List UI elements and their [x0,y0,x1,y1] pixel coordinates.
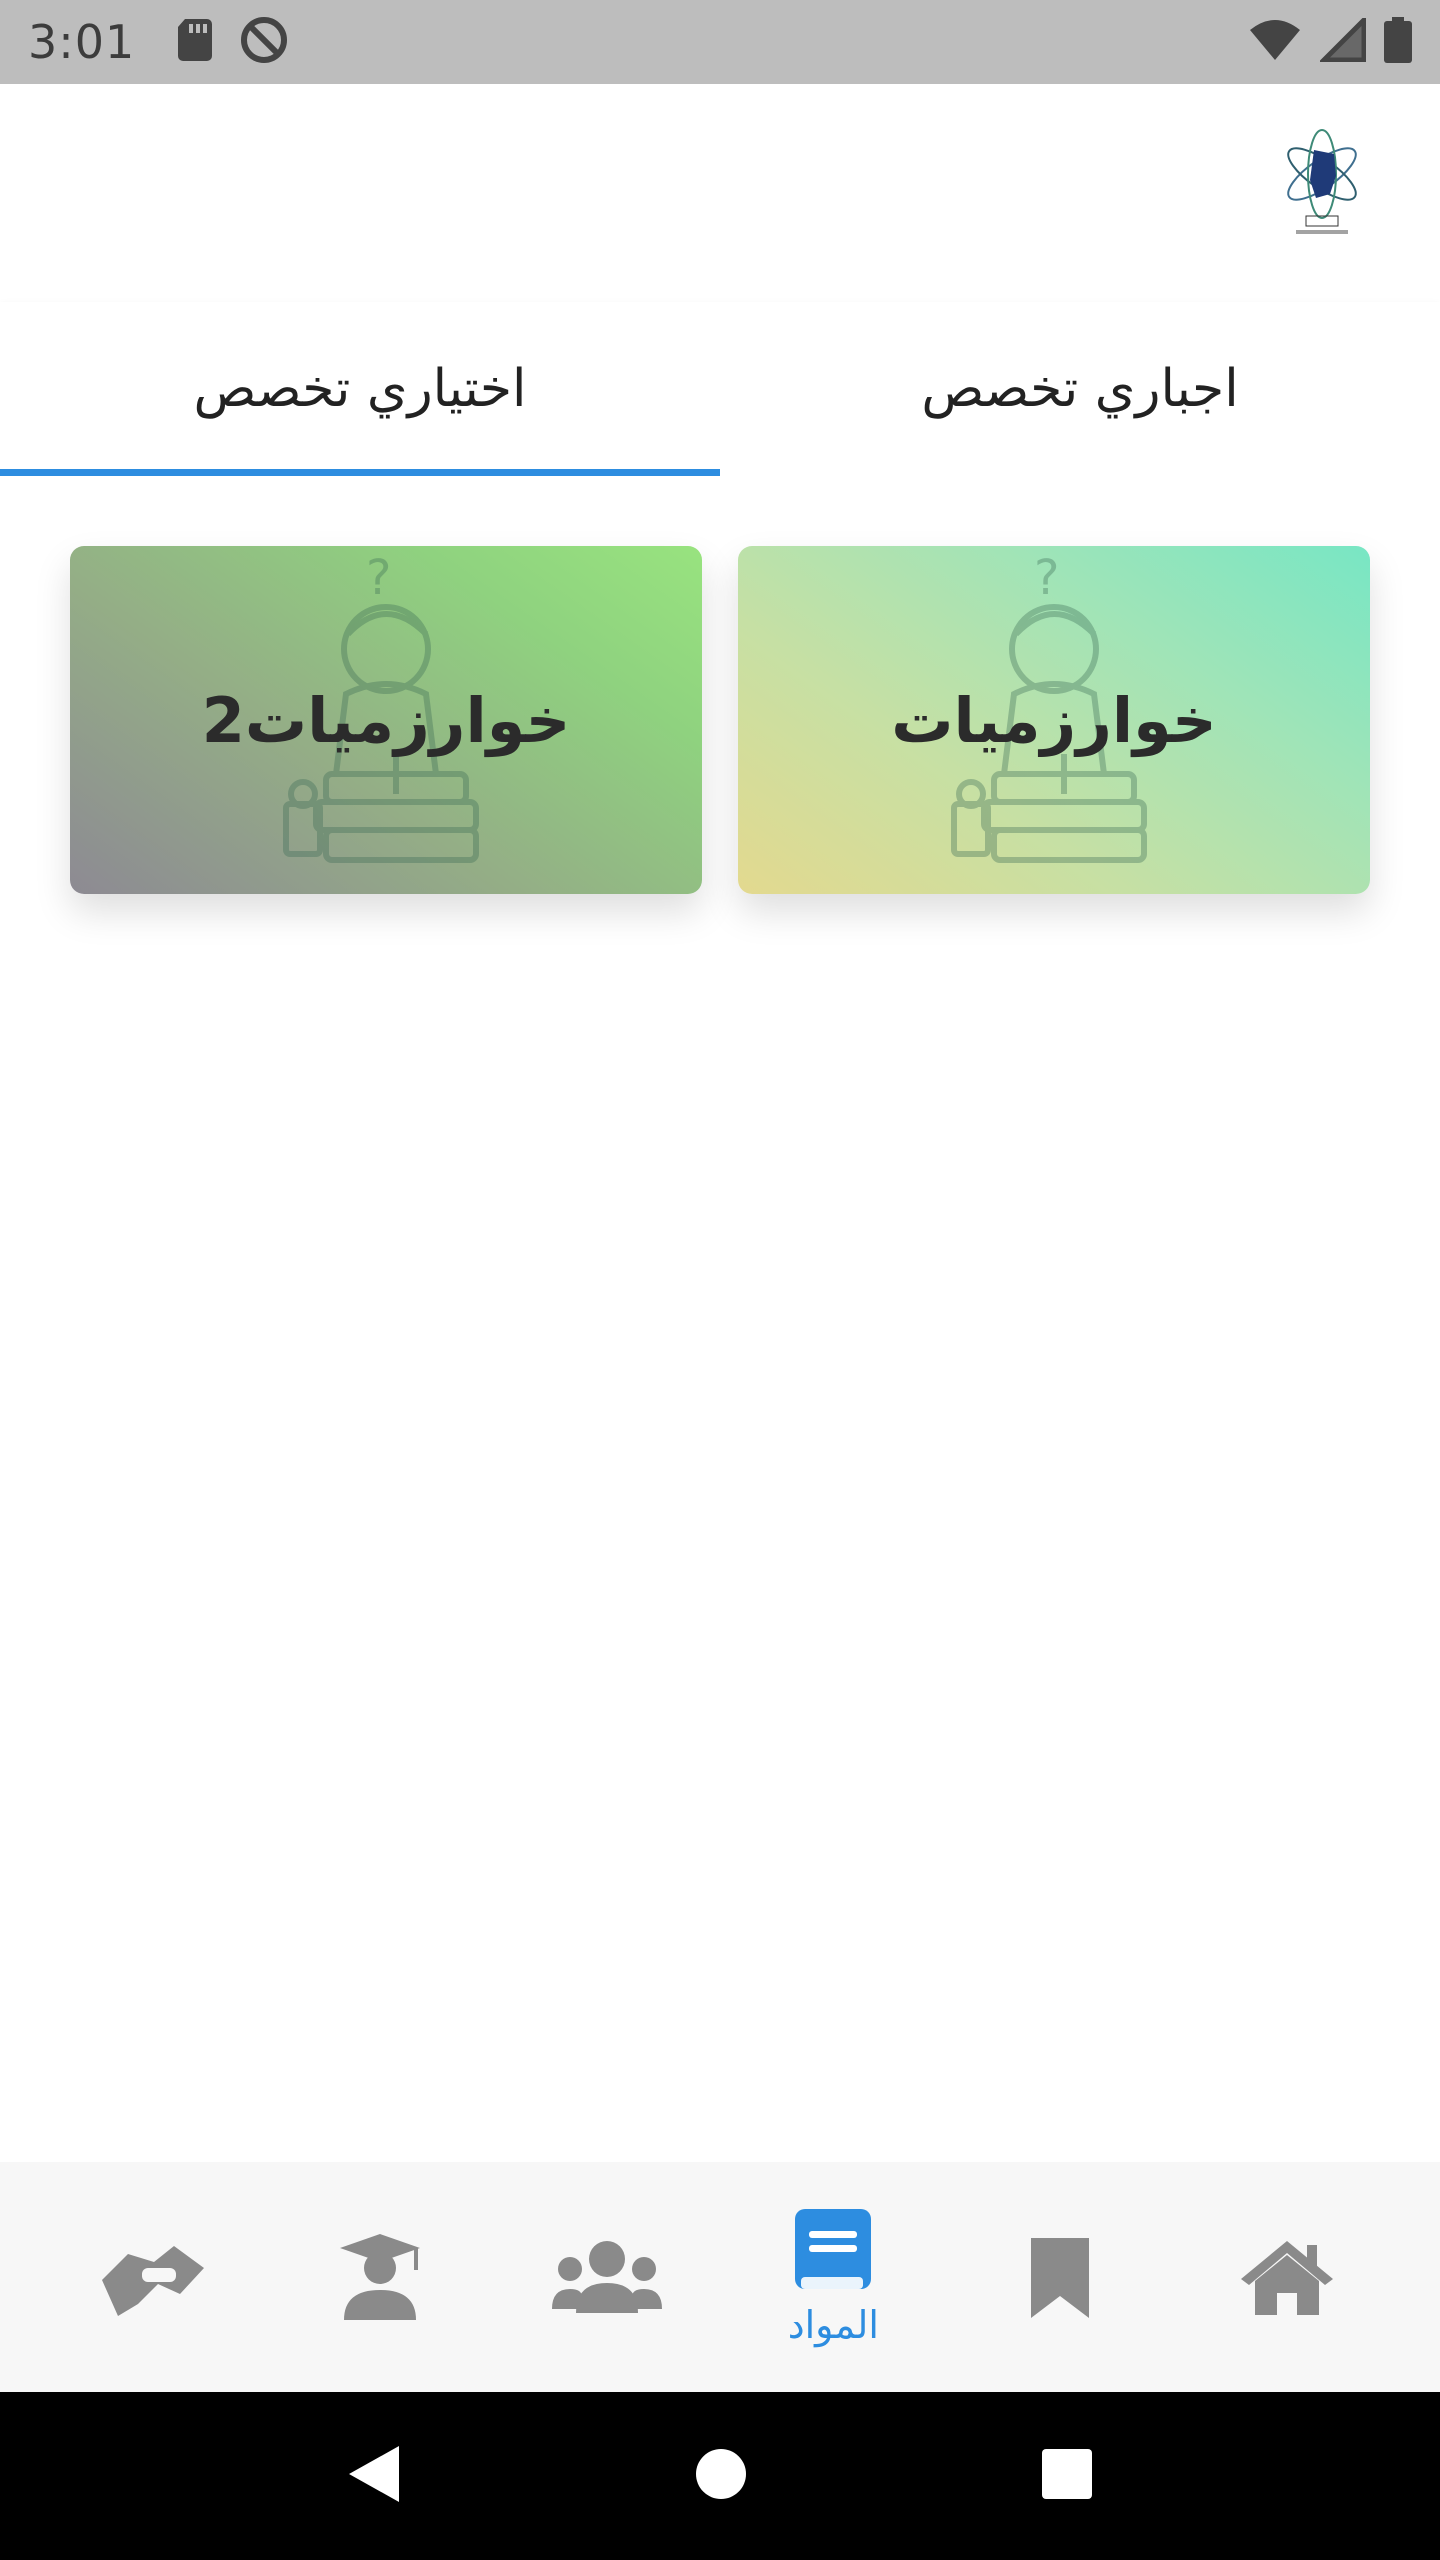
back-icon[interactable] [347,2444,401,2508]
nav-label: المواد [787,2303,879,2347]
handshake-icon [102,2246,205,2316]
course-card[interactable]: ? خوارزميات2 [70,546,702,894]
tab-bar: اجباري تخصص اختياري تخصص [0,302,1440,476]
do-not-disturb-icon [239,15,289,69]
sd-card-icon [177,19,213,65]
app-header [0,84,1440,302]
graduate-icon [339,2234,420,2320]
nav-home[interactable] [1187,2177,1387,2377]
users-group-icon [551,2241,662,2313]
signal-icon [1317,13,1367,66]
tab-label: اختياري تخصص [193,359,527,419]
nav-partners[interactable] [53,2177,253,2377]
course-title: خوارزميات [891,683,1217,757]
course-title: خوارزميات2 [201,683,571,757]
home-icon [1240,2241,1333,2315]
bottom-navigation: المواد [0,2162,1440,2392]
home-circle-icon[interactable] [695,2448,747,2504]
battery-icon [1384,17,1412,67]
bookmark-icon [1030,2238,1089,2318]
nav-subjects[interactable]: المواد [733,2177,933,2377]
nav-graduates[interactable] [280,2177,480,2377]
app-logo [1276,124,1368,240]
nav-groups[interactable] [507,2177,707,2377]
tab-elective-specialization[interactable]: اختياري تخصص [0,302,720,476]
recents-icon[interactable] [1041,2448,1093,2504]
nav-bookmarks[interactable] [960,2177,1160,2377]
book-icon [795,2209,872,2289]
course-card[interactable]: ? خوارزميات [738,546,1370,894]
status-time: 3:01 [28,15,136,69]
course-cards: ? خوارزميات ? خوارزميات2 [70,546,1370,894]
status-bar: 3:01 [0,0,1440,84]
svg-text:?: ? [366,554,391,606]
content-area: ? خوارزميات ? خوارزميات2 [0,476,1440,2162]
svg-text:?: ? [1034,554,1059,606]
tab-mandatory-specialization[interactable]: اجباري تخصص [720,302,1440,476]
wifi-icon [1248,18,1302,66]
tab-label: اجباري تخصص [921,359,1239,419]
system-navigation-bar [0,2392,1440,2560]
